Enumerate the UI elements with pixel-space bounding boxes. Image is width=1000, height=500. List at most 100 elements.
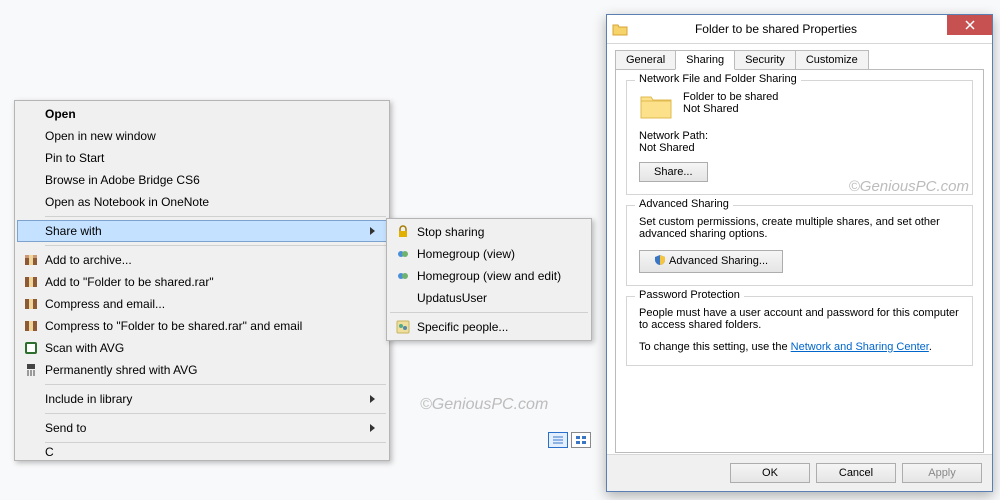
- share-button[interactable]: Share...: [639, 162, 708, 182]
- cancel-button[interactable]: Cancel: [816, 463, 896, 483]
- advanced-sharing-desc: Set custom permissions, create multiple …: [639, 216, 960, 240]
- blank-icon: [21, 194, 41, 210]
- menu-item-share-with[interactable]: Share with: [17, 220, 387, 242]
- menu-item-add-to-rar[interactable]: Add to "Folder to be shared.rar": [17, 271, 387, 293]
- menu-item-shred-avg[interactable]: Permanently shred with AVG: [17, 359, 387, 381]
- tab-security[interactable]: Security: [734, 50, 796, 70]
- blank-icon: [21, 172, 41, 188]
- folder-icon: [639, 91, 673, 124]
- menu-label: Stop sharing: [417, 225, 577, 239]
- lock-icon: [393, 224, 413, 240]
- blank-icon: [21, 106, 41, 122]
- chevron-right-icon: [370, 227, 375, 235]
- menu-item-pin-start[interactable]: Pin to Start: [17, 147, 387, 169]
- tab-panel-sharing: Network File and Folder Sharing Folder t…: [615, 69, 984, 453]
- ok-button[interactable]: OK: [730, 463, 810, 483]
- shred-icon: [21, 362, 41, 378]
- context-menu: Open Open in new window Pin to Start Bro…: [14, 100, 390, 461]
- shield-icon: [654, 254, 666, 269]
- menu-item-compress-email[interactable]: Compress and email...: [17, 293, 387, 315]
- tab-sharing[interactable]: Sharing: [675, 50, 735, 70]
- winrar-icon: [21, 252, 41, 268]
- avg-icon: [21, 340, 41, 356]
- menu-item-open[interactable]: Open: [17, 103, 387, 125]
- dialog-button-row: OK Cancel Apply: [607, 454, 992, 491]
- submenu-stop-sharing[interactable]: Stop sharing: [389, 221, 589, 243]
- menu-label: Pin to Start: [45, 151, 375, 165]
- menu-item-include-library[interactable]: Include in library: [17, 388, 387, 410]
- menu-label: Scan with AVG: [45, 341, 375, 355]
- details-view-icon[interactable]: [548, 432, 568, 448]
- winrar-icon: [21, 318, 41, 334]
- submenu-homegroup-view[interactable]: Homegroup (view): [389, 243, 589, 265]
- menu-label: C: [45, 446, 375, 458]
- menu-label: Add to "Folder to be shared.rar": [45, 275, 375, 289]
- close-icon: [965, 20, 975, 30]
- menu-label: Open as Notebook in OneNote: [45, 195, 375, 209]
- separator: [45, 384, 386, 385]
- menu-item-browse-bridge[interactable]: Browse in Adobe Bridge CS6: [17, 169, 387, 191]
- password-desc-1: People must have a user account and pass…: [639, 307, 960, 331]
- text-fragment: .: [929, 341, 932, 353]
- blank-icon: [21, 128, 41, 144]
- separator: [45, 442, 386, 443]
- tab-general[interactable]: General: [615, 50, 676, 70]
- menu-item-scan-avg[interactable]: Scan with AVG: [17, 337, 387, 359]
- close-button[interactable]: [947, 15, 992, 35]
- group-network-sharing: Network File and Folder Sharing Folder t…: [626, 80, 973, 195]
- menu-item-add-archive[interactable]: Add to archive...: [17, 249, 387, 271]
- menu-label: Send to: [45, 421, 366, 435]
- blank-icon: [21, 446, 41, 458]
- group-password-protection: Password Protection People must have a u…: [626, 296, 973, 366]
- menu-item-open-onenote[interactable]: Open as Notebook in OneNote: [17, 191, 387, 213]
- menu-label: Specific people...: [417, 320, 577, 334]
- submenu-updatususer[interactable]: UpdatusUser: [389, 287, 589, 309]
- menu-label: Homegroup (view and edit): [417, 269, 577, 283]
- menu-item-send-to[interactable]: Send to: [17, 417, 387, 439]
- winrar-icon: [21, 296, 41, 312]
- password-desc-2: To change this setting, use the Network …: [639, 341, 960, 353]
- menu-label: Browse in Adobe Bridge CS6: [45, 173, 375, 187]
- apply-button[interactable]: Apply: [902, 463, 982, 483]
- chevron-right-icon: [370, 424, 375, 432]
- submenu-specific-people[interactable]: Specific people...: [389, 316, 589, 338]
- menu-label: Include in library: [45, 392, 366, 406]
- group-title: Password Protection: [635, 289, 744, 301]
- group-advanced-sharing: Advanced Sharing Set custom permissions,…: [626, 205, 973, 286]
- chevron-right-icon: [370, 395, 375, 403]
- menu-label: UpdatusUser: [417, 291, 577, 305]
- menu-label: Share with: [45, 224, 366, 238]
- separator: [45, 245, 386, 246]
- separator: [45, 216, 386, 217]
- homegroup-icon: [393, 268, 413, 284]
- tab-strip: General Sharing Security Customize: [607, 44, 992, 70]
- menu-label: Open: [45, 107, 375, 121]
- advanced-sharing-button[interactable]: Advanced Sharing...: [639, 250, 783, 273]
- menu-label: Permanently shred with AVG: [45, 363, 375, 377]
- tab-customize[interactable]: Customize: [795, 50, 869, 70]
- icons-view-icon[interactable]: [571, 432, 591, 448]
- view-mode-icons: [548, 432, 591, 448]
- menu-item-compress-rar-email[interactable]: Compress to "Folder to be shared.rar" an…: [17, 315, 387, 337]
- menu-label: Add to archive...: [45, 253, 375, 267]
- menu-label: Open in new window: [45, 129, 375, 143]
- button-label: Advanced Sharing...: [669, 255, 768, 267]
- titlebar: Folder to be shared Properties: [607, 15, 992, 44]
- share-status-label: Not Shared: [683, 103, 778, 115]
- folder-icon: [607, 22, 633, 36]
- blank-icon: [21, 420, 41, 436]
- network-path-value: Not Shared: [639, 142, 960, 154]
- network-sharing-center-link[interactable]: Network and Sharing Center: [791, 341, 929, 353]
- menu-item-open-new-window[interactable]: Open in new window: [17, 125, 387, 147]
- properties-dialog: Folder to be shared Properties General S…: [606, 14, 993, 492]
- submenu-homegroup-edit[interactable]: Homegroup (view and edit): [389, 265, 589, 287]
- share-with-submenu: Stop sharing Homegroup (view) Homegroup …: [386, 218, 592, 341]
- text-fragment: To change this setting, use the: [639, 341, 791, 353]
- menu-label: Homegroup (view): [417, 247, 577, 261]
- menu-item-truncated[interactable]: C: [17, 446, 387, 458]
- blank-icon: [21, 223, 41, 239]
- blank-icon: [21, 150, 41, 166]
- blank-icon: [21, 391, 41, 407]
- network-path-label: Network Path:: [639, 130, 960, 142]
- winrar-icon: [21, 274, 41, 290]
